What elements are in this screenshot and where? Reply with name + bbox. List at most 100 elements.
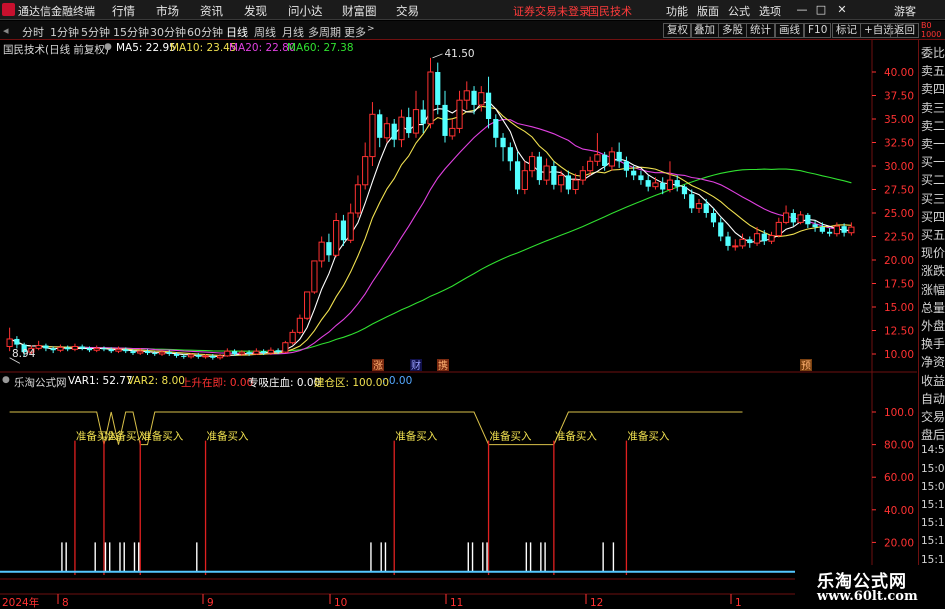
panel-label[interactable]: 卖一 bbox=[921, 135, 945, 153]
event-zhang-label: 涨 bbox=[373, 360, 383, 372]
buy-signal-label: 准备买入 bbox=[490, 430, 532, 443]
candle-body bbox=[354, 184, 362, 214]
x-tick-label: 10 bbox=[334, 597, 347, 609]
candle-body bbox=[50, 348, 56, 351]
candle-body bbox=[435, 72, 441, 105]
candle-body bbox=[289, 331, 296, 344]
candle-body bbox=[841, 226, 847, 233]
candle-body bbox=[406, 117, 412, 134]
candle-body bbox=[493, 119, 499, 138]
candle-body bbox=[631, 170, 637, 176]
candle-body bbox=[543, 165, 550, 181]
candle-body bbox=[347, 212, 354, 241]
candle-body bbox=[93, 347, 100, 351]
panel-label[interactable]: 收益 bbox=[921, 372, 945, 390]
buy-signal-label: 准备买入 bbox=[395, 430, 437, 443]
candle-body bbox=[101, 348, 107, 350]
candle-body bbox=[158, 351, 166, 355]
candle-body bbox=[173, 354, 180, 356]
candle-body bbox=[108, 349, 114, 352]
ma10-line bbox=[9, 105, 852, 356]
candle-body bbox=[275, 350, 281, 353]
candle-body bbox=[65, 347, 71, 350]
panel-label[interactable]: 14:57 bbox=[921, 444, 945, 462]
panel-label[interactable]: 卖四 bbox=[921, 80, 945, 98]
panel-label[interactable]: 委比 bbox=[921, 44, 945, 62]
candle-body bbox=[246, 352, 252, 354]
candle-body bbox=[253, 350, 260, 355]
panel-label[interactable]: 买四 bbox=[921, 208, 945, 226]
candle-body bbox=[797, 214, 804, 223]
candle-body bbox=[463, 90, 470, 101]
candle-body bbox=[123, 349, 129, 352]
panel-label[interactable]: 换手 bbox=[921, 335, 945, 353]
indicator-y-tick-label: 20.00 bbox=[884, 537, 914, 549]
candle-body bbox=[645, 180, 651, 187]
panel-label[interactable]: 涨幅 bbox=[921, 281, 945, 299]
panel-label[interactable]: 卖三 bbox=[921, 99, 945, 117]
panel-label[interactable]: 现价 bbox=[921, 244, 945, 262]
panel-label[interactable]: 外盘 bbox=[921, 317, 945, 335]
panel-label[interactable]: 买一 bbox=[921, 153, 945, 171]
candle-body bbox=[71, 345, 79, 350]
x-tick-label: 1 bbox=[735, 597, 742, 609]
buy-signal-label: 准备买入 bbox=[207, 430, 249, 443]
candle-body bbox=[333, 220, 340, 256]
ma60-line bbox=[9, 168, 852, 352]
candle-body bbox=[267, 349, 274, 354]
candle-body bbox=[500, 137, 506, 148]
candle-body bbox=[86, 348, 93, 351]
x-tick-label: 12 bbox=[590, 597, 603, 609]
panel-label[interactable]: 涨跌 bbox=[921, 262, 945, 280]
y-tick-label: 17.50 bbox=[884, 279, 914, 291]
y-tick-label: 30.00 bbox=[884, 161, 914, 173]
candle-body bbox=[826, 231, 833, 234]
candle-body bbox=[412, 109, 420, 134]
panel-label[interactable]: 15:12 bbox=[921, 499, 945, 517]
event-sheng-label: 携 bbox=[438, 359, 448, 372]
high-price-label: 41.50 bbox=[445, 48, 475, 60]
candle-body bbox=[572, 179, 579, 191]
candle-body bbox=[362, 156, 369, 186]
panel-label[interactable]: 卖五 bbox=[921, 62, 945, 80]
y-tick-label: 27.50 bbox=[884, 185, 914, 197]
candle-body bbox=[43, 345, 49, 349]
indicator-y-tick-label: 100.0 bbox=[884, 407, 914, 419]
x-tick-label: 2024年 bbox=[2, 596, 39, 609]
panel-label[interactable]: 15:16 bbox=[921, 535, 945, 553]
panel-label[interactable]: 买二 bbox=[921, 171, 945, 189]
panel-label[interactable]: 卖二 bbox=[921, 117, 945, 135]
panel-label[interactable]: 买五 bbox=[921, 226, 945, 244]
candle-body bbox=[681, 186, 688, 195]
panel-label[interactable]: 盘后 bbox=[921, 426, 945, 444]
candle-body bbox=[260, 351, 267, 354]
candle-body bbox=[551, 166, 557, 185]
candle-body bbox=[775, 221, 782, 237]
panel-label[interactable]: 15:03 bbox=[921, 481, 945, 499]
candle-body bbox=[732, 245, 739, 248]
candle-body bbox=[710, 213, 717, 223]
indicator-y-tick-label: 60.00 bbox=[884, 472, 914, 484]
high-pointer bbox=[432, 53, 443, 59]
panel-label[interactable]: 交易 bbox=[921, 408, 945, 426]
panel-label[interactable]: 15:15 bbox=[921, 517, 945, 535]
candle-body bbox=[383, 123, 391, 139]
panel-label[interactable]: 自动 bbox=[921, 390, 945, 408]
candle-body bbox=[130, 351, 136, 354]
panel-label[interactable]: 净资 bbox=[921, 353, 945, 371]
candle-body bbox=[6, 338, 13, 347]
candle-body bbox=[391, 123, 397, 140]
panel-label[interactable]: 总量 bbox=[921, 299, 945, 317]
candle-body bbox=[420, 109, 426, 124]
candle-body bbox=[442, 104, 448, 136]
panel-label[interactable]: 买三 bbox=[921, 190, 945, 208]
candle-body bbox=[725, 236, 731, 246]
kline-chart[interactable]: 41.508.94涨财携预 准备买入准备买入准备买入 准备买入 准备买入 准备买入 准备… bbox=[0, 0, 945, 609]
candle-body bbox=[152, 353, 158, 355]
candle-body bbox=[231, 351, 238, 354]
candle-body bbox=[35, 345, 42, 349]
panel-label[interactable]: 15:00 bbox=[921, 463, 945, 481]
candle-body bbox=[602, 154, 608, 166]
buy-signal-label: 准备买入 bbox=[555, 430, 597, 443]
ma20-line bbox=[9, 118, 852, 355]
